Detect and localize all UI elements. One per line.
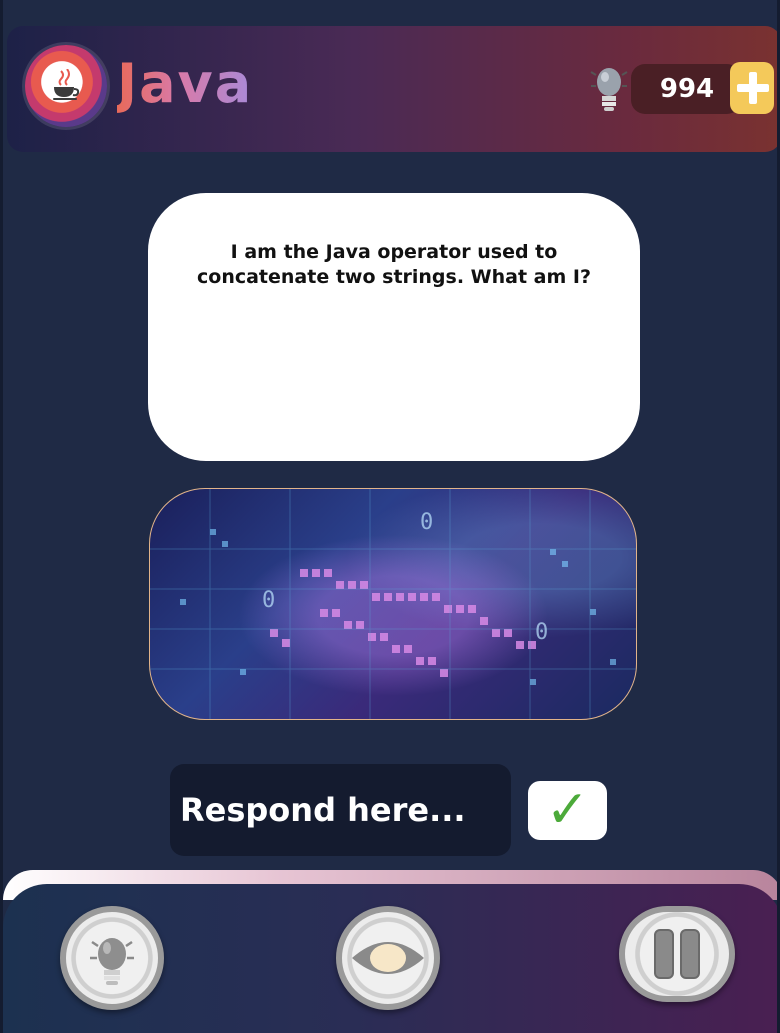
pause-icon: [654, 929, 700, 979]
question-image: 0 0 0: [149, 488, 637, 720]
java-logo: [25, 45, 107, 127]
digital-grid-pattern: 0 0 0: [150, 489, 636, 719]
svg-text:0: 0: [262, 588, 275, 613]
hint-button[interactable]: [60, 906, 164, 1010]
question-text: I am the Java operator used to concatena…: [197, 241, 591, 288]
answer-input[interactable]: [170, 764, 511, 856]
coin-balance: 994: [659, 74, 715, 104]
app-title: Java: [117, 52, 254, 115]
lightbulb-icon: [90, 938, 134, 985]
lightbulb-icon[interactable]: [589, 62, 629, 114]
reveal-answer-button[interactable]: [336, 906, 440, 1010]
checkmark-icon: ✓: [545, 780, 590, 840]
svg-text:0: 0: [535, 620, 548, 645]
app-screen: Java 994 I am the Java operator used to …: [0, 0, 780, 1033]
svg-text:0: 0: [420, 510, 433, 535]
eye-icon: [352, 942, 424, 974]
question-card: [148, 193, 640, 461]
pause-button[interactable]: [619, 906, 735, 1002]
java-cup-icon: [53, 69, 80, 100]
add-coins-button[interactable]: [730, 62, 774, 114]
submit-answer-button[interactable]: ✓: [528, 781, 607, 840]
